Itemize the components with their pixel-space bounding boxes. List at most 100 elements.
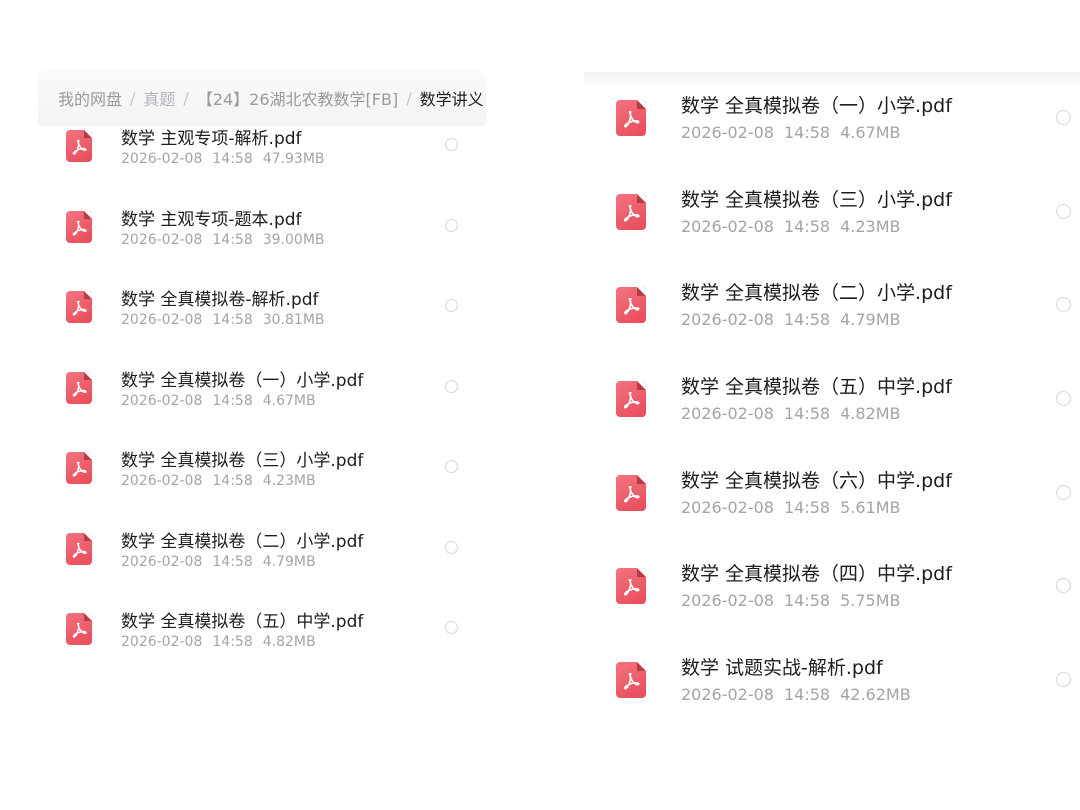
file-meta: 2026-02-08 14:58 47.93MB xyxy=(121,151,325,167)
file-time: 14:58 xyxy=(783,685,831,705)
file-meta: 2026-02-08 14:58 4.67MB xyxy=(121,393,316,409)
file-time: 14:58 xyxy=(212,392,253,409)
file-date: 2026-02-08 xyxy=(681,497,774,517)
file-meta: 2026-02-08 14:58 5.75MB xyxy=(681,591,901,610)
file-meta: 2026-02-08 14:58 4.23MB xyxy=(681,217,901,236)
select-radio-icon[interactable] xyxy=(445,379,458,393)
file-size: 30.81MB xyxy=(262,312,325,328)
file-size: 39.00MB xyxy=(262,231,325,248)
file-date: 2026-02-08 xyxy=(681,591,774,611)
file-meta: 2026-02-08 14:58 5.61MB xyxy=(681,498,901,517)
file-time: 14:58 xyxy=(783,591,831,611)
file-size: 4.82MB xyxy=(840,404,901,424)
pdf-file-icon xyxy=(66,613,92,645)
file-date: 2026-02-08 xyxy=(121,151,203,167)
file-meta: 2026-02-08 14:58 39.00MB xyxy=(121,232,325,248)
file-name: 数学 全真模拟卷（一）小学.pdf xyxy=(121,370,364,391)
file-size: 4.23MB xyxy=(840,216,901,236)
file-meta: 2026-02-08 14:58 4.82MB xyxy=(681,404,901,423)
file-date: 2026-02-08 xyxy=(121,312,203,328)
file-name: 数学 全真模拟卷（五）中学.pdf xyxy=(681,376,952,399)
top-bar-edge xyxy=(584,72,1080,86)
file-time: 14:58 xyxy=(783,404,831,424)
file-date: 2026-02-08 xyxy=(681,404,774,424)
file-name: 数学 全真模拟卷-解析.pdf xyxy=(121,290,319,310)
file-date: 2026-02-08 xyxy=(121,392,203,409)
file-time: 14:58 xyxy=(212,151,253,167)
select-radio-icon[interactable] xyxy=(1056,672,1071,688)
file-date: 2026-02-08 xyxy=(681,685,774,705)
breadcrumb-item-my-drive[interactable]: 我的网盘 xyxy=(58,86,122,110)
pdf-file-icon xyxy=(66,130,92,162)
select-radio-icon[interactable] xyxy=(1056,203,1071,219)
file-meta: 2026-02-08 14:58 4.82MB xyxy=(121,634,316,650)
select-radio-icon[interactable] xyxy=(445,138,458,151)
select-radio-icon[interactable] xyxy=(445,299,458,312)
select-radio-icon[interactable] xyxy=(1056,297,1071,313)
file-time: 14:58 xyxy=(212,473,253,489)
select-radio-icon[interactable] xyxy=(445,621,458,634)
select-radio-icon[interactable] xyxy=(1056,484,1071,500)
pdf-file-icon xyxy=(616,568,646,605)
file-size: 4.79MB xyxy=(840,310,901,330)
file-size: 4.67MB xyxy=(262,392,316,409)
file-name: 数学 主观专项-解析.pdf xyxy=(121,129,302,149)
file-meta: 2026-02-08 14:58 4.79MB xyxy=(681,310,901,329)
file-size: 4.79MB xyxy=(262,553,316,570)
file-size: 4.82MB xyxy=(262,634,316,650)
file-name: 数学 全真模拟卷（三）小学.pdf xyxy=(121,451,364,471)
select-radio-icon[interactable] xyxy=(1056,110,1071,125)
file-size: 4.23MB xyxy=(262,473,316,489)
breadcrumb-item-course-folder[interactable]: 【24】26湖北农教数学[FB] xyxy=(197,86,398,110)
file-date: 2026-02-08 xyxy=(121,553,203,570)
file-size: 4.67MB xyxy=(840,123,901,142)
pdf-file-icon xyxy=(616,193,646,230)
file-meta: 2026-02-08 14:58 4.23MB xyxy=(121,473,316,489)
breadcrumb-separator: / xyxy=(183,88,189,108)
select-radio-icon[interactable] xyxy=(1056,578,1071,594)
pdf-file-icon xyxy=(66,532,92,565)
file-date: 2026-02-08 xyxy=(121,231,203,248)
select-radio-icon[interactable] xyxy=(445,460,458,473)
file-date: 2026-02-08 xyxy=(121,634,203,650)
file-date: 2026-02-08 xyxy=(681,216,774,236)
file-time: 14:58 xyxy=(783,123,831,142)
file-time: 14:58 xyxy=(212,312,253,328)
file-date: 2026-02-08 xyxy=(121,473,203,489)
file-date: 2026-02-08 xyxy=(681,123,774,142)
file-name: 数学 主观专项-题本.pdf xyxy=(121,209,302,230)
file-name: 数学 全真模拟卷（二）小学.pdf xyxy=(681,282,952,305)
file-meta: 2026-02-08 14:58 4.79MB xyxy=(121,554,316,570)
file-meta: 2026-02-08 14:58 30.81MB xyxy=(121,312,325,328)
file-time: 14:58 xyxy=(212,231,253,248)
pdf-file-icon xyxy=(66,210,92,243)
file-time: 14:58 xyxy=(783,497,831,517)
file-name: 数学 全真模拟卷（一）小学.pdf xyxy=(681,95,952,117)
file-time: 14:58 xyxy=(212,634,253,650)
pdf-file-icon xyxy=(616,381,646,418)
file-name: 数学 全真模拟卷（二）小学.pdf xyxy=(121,531,364,552)
select-radio-icon[interactable] xyxy=(445,540,458,554)
file-size: 5.75MB xyxy=(840,591,901,611)
file-name: 数学 全真模拟卷（三）小学.pdf xyxy=(681,188,952,211)
pdf-file-icon xyxy=(616,287,646,324)
select-radio-icon[interactable] xyxy=(1056,391,1071,407)
pdf-file-icon xyxy=(66,371,92,404)
file-name: 数学 全真模拟卷（六）中学.pdf xyxy=(681,469,952,492)
file-size: 5.61MB xyxy=(840,497,901,517)
file-name: 数学 全真模拟卷（四）中学.pdf xyxy=(681,563,952,586)
breadcrumb-current-folder: 数学讲义 xyxy=(419,90,484,109)
file-time: 14:58 xyxy=(212,553,253,570)
pdf-file-icon xyxy=(66,291,92,323)
pdf-file-icon xyxy=(616,662,646,699)
select-radio-icon[interactable] xyxy=(445,218,458,232)
breadcrumb: 我的网盘 / 真题 / 【24】26湖北农教数学[FB] / 数学讲义 xyxy=(38,70,486,126)
breadcrumb-item-exams[interactable]: 真题 xyxy=(143,86,175,110)
pdf-file-icon xyxy=(616,474,646,511)
file-name: 数学 试题实战-解析.pdf xyxy=(681,657,883,680)
pdf-file-icon xyxy=(66,452,92,484)
breadcrumb-separator: / xyxy=(130,88,136,108)
file-size: 42.62MB xyxy=(840,685,911,705)
left-file-panel: 我的网盘 / 真题 / 【24】26湖北农教数学[FB] / 数学讲义 数学 主… xyxy=(38,70,486,670)
pdf-file-icon xyxy=(616,100,646,136)
